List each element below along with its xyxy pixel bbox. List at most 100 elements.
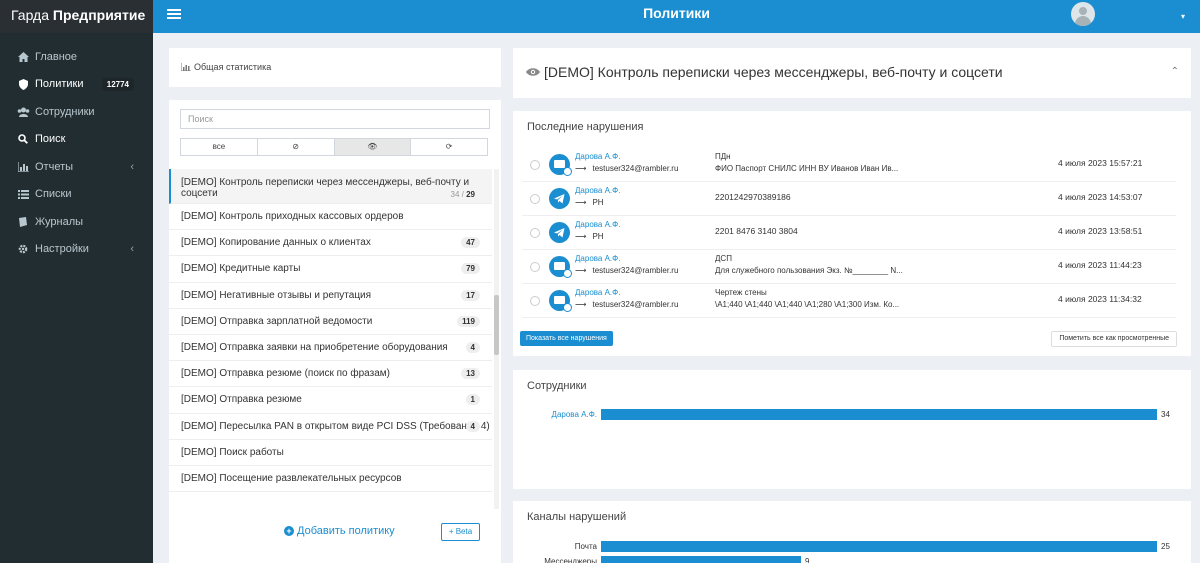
violation-recipient: ⟶ PH <box>575 198 604 207</box>
policy-list-item[interactable]: [DEMO] Отправка зарплатной ведомости 119 <box>169 309 492 335</box>
policy-list-item[interactable]: [DEMO] Пересылка PAN в открытом виде PCI… <box>169 414 492 440</box>
sidebar-item-label: Сотрудники <box>35 105 95 118</box>
bar[interactable] <box>601 556 801 563</box>
bar-chart-icon <box>16 161 30 172</box>
search-icon <box>16 134 30 145</box>
sidebar-item-label: Журналы <box>35 215 84 228</box>
filter-all[interactable]: все <box>181 139 258 155</box>
policy-count: 4 <box>465 342 480 354</box>
bar-chart-icon <box>181 63 191 71</box>
violation-select-radio[interactable] <box>530 194 540 204</box>
sidebar-item-home[interactable]: Главное <box>0 43 153 71</box>
policy-list-item[interactable]: [DEMO] Отправка резюме 1 <box>169 387 492 414</box>
bar[interactable] <box>601 409 1157 420</box>
brand-logo[interactable]: Гарда Предприятие <box>0 0 153 33</box>
violation-recipient-value: PH <box>592 198 604 207</box>
sidebar-item-lists[interactable]: Списки <box>0 181 153 209</box>
policy-list-item[interactable]: [DEMO] Копирование данных о клиентах 47 <box>169 230 492 257</box>
violation-recipient: ⟶ testuser324@rambler.ru <box>575 300 678 309</box>
policy-name: [DEMO] Пересылка PAN в открытом виде PCI… <box>181 420 490 432</box>
policy-name: [DEMO] Отправка заявки на приобретение о… <box>181 342 448 354</box>
violation-row[interactable]: Дарова А.Ф. ⟶ testuser324@rambler.ru ПДн ФИО… <box>522 148 1176 182</box>
policy-list-item[interactable]: [DEMO] Контроль переписки через мессендж… <box>169 169 492 204</box>
violation-row[interactable]: Дарова А.Ф. ⟶ testuser324@rambler.ru Чертеж… <box>522 284 1176 318</box>
policy-name: [DEMO] Отправка зарплатной ведомости <box>181 315 373 327</box>
policy-search-input[interactable] <box>180 109 490 129</box>
sidebar-item-label: Политики <box>35 78 84 91</box>
violation-text: 2201 8476 3140 3804 <box>715 226 798 236</box>
sidebar-item-journals[interactable]: Журналы <box>0 208 153 236</box>
violation-select-radio[interactable] <box>530 228 540 238</box>
policy-detail-header: [DEMO] Контроль переписки через мессендж… <box>513 48 1191 98</box>
policy-name: [DEMO] Посещение развлекательных ресурсо… <box>181 472 402 484</box>
violation-channels-title: Каналы нарушений <box>527 511 627 523</box>
add-beta-button[interactable]: + Beta <box>441 523 480 541</box>
sidebar-item-employees[interactable]: Сотрудники <box>0 98 153 126</box>
user-menu-caret-icon[interactable]: ▾ <box>1181 12 1185 21</box>
sidebar-item-settings[interactable]: Настройки ‹ <box>0 236 153 264</box>
sidebar-item-label: Поиск <box>35 133 66 146</box>
policy-list-item[interactable]: [DEMO] Контроль приходных кассовых ордер… <box>169 204 492 231</box>
violation-user-link[interactable]: Дарова А.Ф. <box>575 186 620 195</box>
violation-select-radio[interactable] <box>530 160 540 170</box>
violation-category: Чертеж стены <box>715 288 767 297</box>
recent-violations-title: Последние нарушения <box>527 121 644 133</box>
home-icon <box>16 51 30 62</box>
mark-all-viewed-button[interactable]: Пометить все как просмотренные <box>1051 331 1177 347</box>
policy-list-item[interactable]: [DEMO] Посещение развлекательных ресурсо… <box>169 466 492 493</box>
filter-refresh-icon[interactable]: ⟳ <box>411 139 487 155</box>
policy-name: [DEMO] Отправка резюме (поиск по фразам) <box>181 368 390 380</box>
bar-category-label: Почта <box>574 542 597 551</box>
violation-select-radio[interactable] <box>530 262 540 272</box>
sidebar-item-policies[interactable]: Политики 12774 <box>0 71 153 99</box>
sidebar-item-search[interactable]: Поиск <box>0 126 153 154</box>
eye-icon <box>526 68 540 76</box>
bar-category-label: Мессенджеры <box>544 557 597 563</box>
collapse-chevron-icon[interactable]: ⌃ <box>1171 66 1179 77</box>
violation-user-link[interactable]: Дарова А.Ф. <box>575 152 620 161</box>
violation-select-radio[interactable] <box>530 296 540 306</box>
violation-row[interactable]: Дарова А.Ф. ⟶ testuser324@rambler.ru ДСП Для… <box>522 250 1176 284</box>
sidebar-item-reports[interactable]: Отчеты ‹ <box>0 153 153 181</box>
policy-detail-title: [DEMO] Контроль переписки через мессендж… <box>526 64 1003 80</box>
policy-list-item[interactable]: [DEMO] Кредитные карты 79 <box>169 256 492 283</box>
bar-value-label: 25 <box>1161 542 1170 551</box>
bar-category-label[interactable]: Дарова А.Ф. <box>513 410 597 419</box>
overall-stats-title[interactable]: Общая статистика <box>181 62 271 72</box>
scrollbar-thumb[interactable] <box>494 295 499 355</box>
violation-user-link[interactable]: Дарова А.Ф. <box>575 288 620 297</box>
policy-list-scrollbar[interactable] <box>494 169 499 509</box>
chevron-left-icon: ‹ <box>130 160 134 173</box>
bar[interactable] <box>601 541 1157 552</box>
filter-watched-icon[interactable]: 👁 <box>334 139 412 155</box>
policies-count-badge: 12774 <box>101 77 134 91</box>
policy-list-item[interactable]: [DEMO] Поиск работы <box>169 440 492 466</box>
add-policy-label: Добавить политику <box>297 525 395 537</box>
arrow-right-icon: ⟶ <box>575 198 587 207</box>
violation-row[interactable]: Дарова А.Ф. ⟶ PH 2201242970389186 4 июля 202… <box>522 182 1176 216</box>
shield-icon <box>16 78 30 90</box>
violation-row[interactable]: Дарова А.Ф. ⟶ PH 2201 8476 3140 3804 4 июля … <box>522 216 1176 250</box>
violation-date: 4 июля 2023 14:53:07 <box>1058 192 1143 202</box>
policy-count-value: 29 <box>466 190 475 199</box>
arrow-right-icon: ⟶ <box>575 300 587 309</box>
email-channel-icon <box>549 290 572 312</box>
arrow-right-icon: ⟶ <box>575 232 587 241</box>
show-all-violations-button[interactable]: Показать все нарушения <box>520 331 613 346</box>
policy-list-item[interactable]: [DEMO] Отправка заявки на приобретение о… <box>169 335 492 362</box>
violation-user-link[interactable]: Дарова А.Ф. <box>575 254 620 263</box>
violation-text: Для служебного пользования Экз. №_______… <box>715 266 903 275</box>
filter-disabled-icon[interactable]: ⊘ <box>258 139 335 155</box>
policy-count: 79 <box>461 263 480 275</box>
user-avatar[interactable] <box>1071 2 1095 26</box>
violation-date: 4 июля 2023 13:58:51 <box>1058 226 1143 236</box>
policy-count: 1 <box>465 394 480 406</box>
arrow-right-icon: ⟶ <box>575 266 587 275</box>
chevron-left-icon: ‹ <box>130 243 134 256</box>
add-policy-button[interactable]: + Добавить политику <box>284 525 395 537</box>
violation-user-link[interactable]: Дарова А.Ф. <box>575 220 620 229</box>
violation-channels-panel: Каналы нарушений Почта 25 Мессенджеры 9 <box>513 501 1191 563</box>
policy-list-item[interactable]: [DEMO] Негативные отзывы и репутация 17 <box>169 283 492 309</box>
policy-list: [DEMO] Контроль переписки через мессендж… <box>169 169 492 509</box>
policy-list-item[interactable]: [DEMO] Отправка резюме (поиск по фразам)… <box>169 361 492 388</box>
